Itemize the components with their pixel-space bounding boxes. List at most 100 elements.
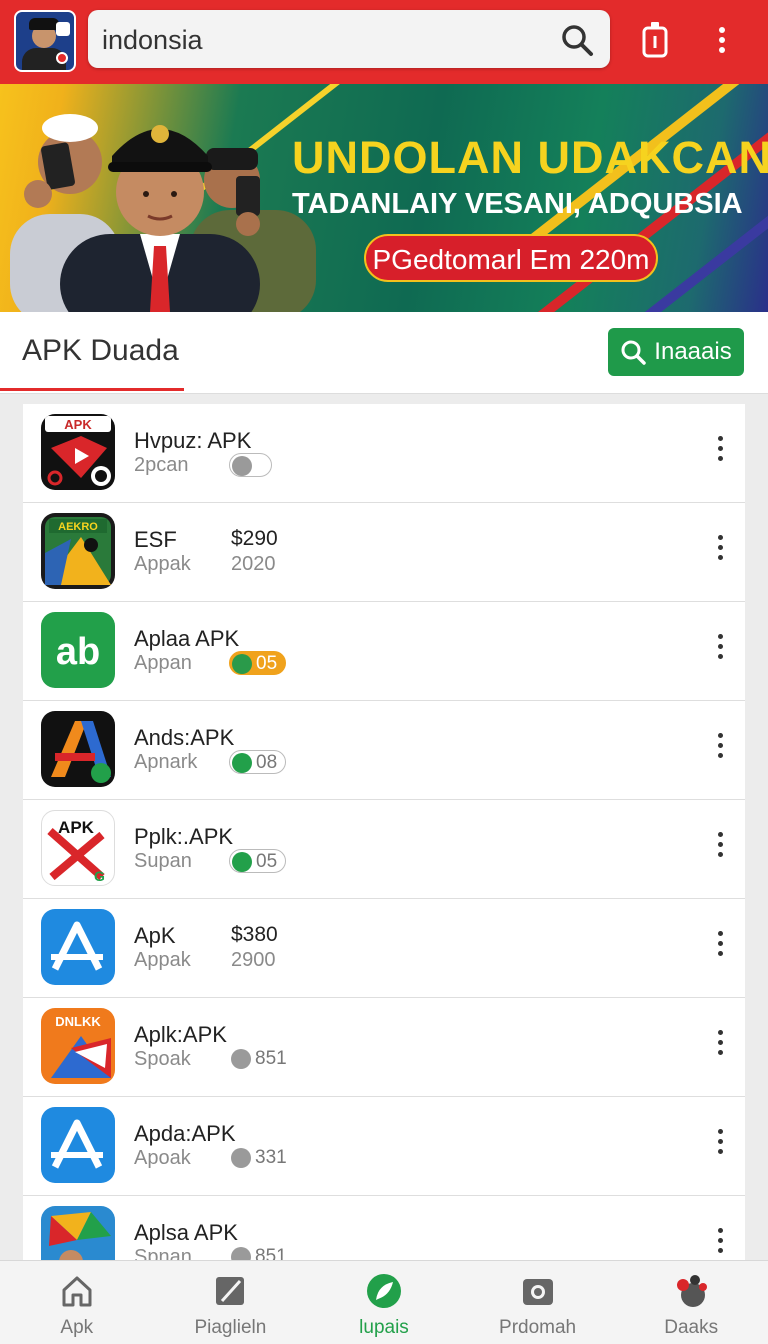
badge-dot	[232, 753, 252, 773]
nav-item-home[interactable]: Apk	[0, 1261, 154, 1344]
app-name: Aplk:APK	[134, 1022, 227, 1047]
camera-icon	[522, 1279, 553, 1305]
badge-dot	[232, 456, 252, 476]
app-badge: 05	[229, 651, 287, 675]
list-item[interactable]: DNLKK Aplk:APK Spoak 851	[23, 998, 745, 1097]
dnlkk-icon: DNLKK	[41, 1008, 115, 1084]
app-price: $290	[231, 527, 278, 550]
list-item[interactable]: APK G Pplk:.APK Supan 05	[23, 800, 745, 899]
more-icon[interactable]	[713, 1030, 727, 1060]
app-name: ApK	[134, 923, 176, 948]
more-icon[interactable]	[713, 436, 727, 466]
avatar[interactable]	[14, 10, 76, 72]
list-item[interactable]: ApK Appak $380 2900	[23, 899, 745, 998]
ab-icon: ab	[41, 612, 115, 688]
badge-dot	[232, 654, 252, 674]
top-bar: indonsia	[0, 0, 768, 84]
search-input[interactable]: indonsia	[102, 25, 203, 56]
app-name: Apda:APK	[134, 1121, 236, 1146]
nav-label: Piaglieln	[194, 1317, 267, 1338]
a-logo-icon	[41, 711, 115, 787]
list-item[interactable]: Aplsa APK Spnan 851	[23, 1196, 745, 1260]
banner-subtitle: TADANLAIY VESANI, ADQUBSIA	[292, 188, 743, 220]
list-item[interactable]: Apda:APK Apoak 331	[23, 1097, 745, 1196]
nav-label: lupais	[359, 1317, 409, 1338]
nav-item-prdomah[interactable]: Prdomah	[461, 1261, 615, 1344]
more-icon[interactable]	[713, 733, 727, 763]
banner-title: UNDOLAN UDAKCAN	[292, 132, 768, 183]
app-badge-value: 851	[255, 1048, 287, 1069]
list-item[interactable]: APK Hvpuz: APK 2pcan	[23, 404, 745, 503]
nav-item-piaglieln[interactable]: Piaglieln	[154, 1261, 308, 1344]
list-item[interactable]: AEKRO ESF Appak $290 2020	[23, 503, 745, 602]
square-diagonal-icon	[216, 1277, 245, 1305]
app-badge-value: 331	[255, 1147, 287, 1168]
home-icon	[62, 1276, 92, 1307]
app-name: Ands:APK	[134, 725, 235, 750]
app-list: APK Hvpuz: APK 2pcan AEKRO ESF Appak $29…	[23, 404, 745, 1260]
app-badge-value: 851	[255, 1246, 287, 1260]
svg-text:ab: ab	[56, 631, 100, 673]
app-store-icon	[41, 1107, 115, 1183]
more-icon[interactable]	[713, 931, 727, 961]
bottom-nav: Apk Piaglieln lupais Prdomah Daaks	[0, 1260, 768, 1344]
more-icon[interactable]	[712, 20, 732, 60]
more-icon[interactable]	[713, 535, 727, 565]
app-category: 2pcan	[134, 454, 189, 476]
search-bar[interactable]: indonsia	[88, 10, 610, 68]
app-category: Appak	[134, 949, 191, 971]
app-badge: 851	[229, 1245, 295, 1260]
svg-text:AEKRO: AEKRO	[58, 521, 98, 533]
search-icon[interactable]	[560, 23, 594, 57]
kite-icon	[41, 1206, 115, 1260]
share-icon[interactable]	[640, 20, 670, 60]
apk-cross-icon: APK G	[41, 810, 115, 886]
svg-text:APK: APK	[58, 818, 95, 837]
app-store-icon	[41, 909, 115, 985]
app-category: Appan	[134, 652, 192, 674]
map-icon: AEKRO	[41, 513, 115, 589]
leaf-icon	[366, 1274, 401, 1308]
nav-label: Apk	[60, 1317, 94, 1338]
svg-text:APK: APK	[64, 417, 92, 432]
app-name: Hvpuz: APK	[134, 428, 252, 453]
list-item[interactable]: Ands:APK Apnark 08	[23, 701, 745, 800]
section-search-button[interactable]: Inaaais	[608, 328, 744, 376]
apk-video-icon: APK	[41, 414, 115, 490]
app-badge: 331	[229, 1146, 295, 1170]
avatar-cap	[29, 18, 59, 30]
app-category: Apnark	[134, 751, 198, 773]
app-category: Appak	[134, 553, 191, 575]
badge-dot	[231, 1247, 251, 1260]
app-year: 2900	[231, 949, 276, 971]
app-name: ESF	[134, 527, 177, 552]
banner-cta-button[interactable]: PGedtomarl Em 220m	[364, 234, 658, 282]
search-icon	[621, 340, 647, 365]
nav-label: Daaks	[664, 1317, 719, 1338]
app-year: 2020	[231, 553, 276, 575]
nav-label: Prdomah	[499, 1317, 577, 1338]
more-icon[interactable]	[713, 1228, 727, 1258]
app-category: Supan	[134, 850, 192, 872]
app-category: Apoak	[134, 1147, 191, 1169]
avatar-badge	[56, 52, 68, 64]
app-badge: 851	[229, 1047, 295, 1071]
more-icon[interactable]	[713, 1129, 727, 1159]
badge-dot	[231, 1148, 251, 1168]
promo-banner[interactable]: UNDOLAN UDAKCAN TADANLAIY VESANI, ADQUBS…	[0, 84, 768, 312]
svg-text:DNLKK: DNLKK	[55, 1014, 101, 1029]
app-badge-value: 05	[256, 653, 278, 674]
nav-item-lupais[interactable]: lupais	[307, 1261, 461, 1344]
app-root: indonsia UNDOLAN UDAKCAN TADANLAIY VESAN…	[0, 0, 768, 1344]
more-icon[interactable]	[713, 634, 727, 664]
badge-dot	[232, 852, 252, 872]
nav-item-daaks[interactable]: Daaks	[614, 1261, 768, 1344]
list-item[interactable]: ab Aplaa APK Appan 05	[23, 602, 745, 701]
more-icon[interactable]	[713, 832, 727, 862]
cluster-icon	[677, 1275, 708, 1307]
section-title: APK Duada	[22, 334, 179, 367]
app-category: Spnan	[134, 1246, 192, 1260]
section-header: APK Duada Inaaais	[0, 312, 768, 394]
avatar-flag	[56, 22, 70, 36]
app-name: Pplk:.APK	[134, 824, 234, 849]
